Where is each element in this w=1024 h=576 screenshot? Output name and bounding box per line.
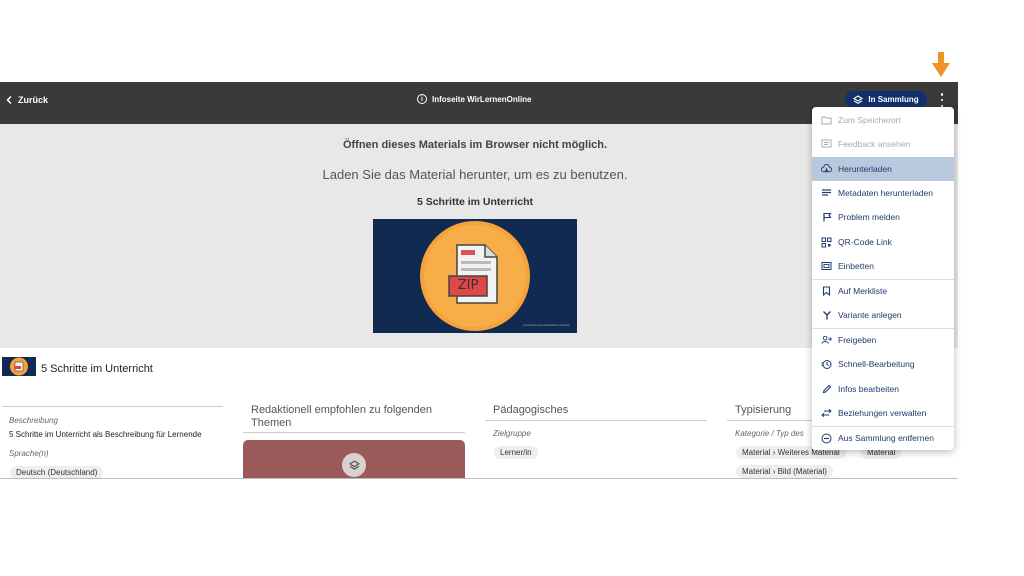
- menu-item-zum-speicherort[interactable]: Zum Speicherort: [812, 108, 954, 132]
- paedagogisches-heading: Pädagogisches: [493, 404, 569, 416]
- menu-item-schnell-bearbeitung[interactable]: Schnell-Bearbeitung: [812, 352, 954, 376]
- info-label: Infoseite WirLernenOnline: [432, 94, 532, 104]
- menu-item-beziehungen-verwalten[interactable]: Beziehungen verwalten: [812, 401, 954, 425]
- menu-item-label: Herunterladen: [838, 164, 892, 174]
- menu-item-aus-sammlung-entfernen[interactable]: Aus Sammlung entfernen: [812, 426, 954, 450]
- chip-part: Material: [742, 448, 771, 457]
- embed-icon: [821, 261, 832, 272]
- info-page-link[interactable]: i Infoseite WirLernenOnline: [417, 94, 532, 104]
- sprache-chip: Deutsch (Deutschland): [10, 466, 104, 478]
- menu-item-label: Auf Merkliste: [838, 286, 888, 296]
- in-collection-label: In Sammlung: [868, 95, 919, 104]
- zip-mini-icon: [10, 357, 28, 376]
- material-mini-thumbnail: [2, 357, 36, 376]
- fork-icon: [821, 310, 832, 321]
- menu-item-qr-code-link[interactable]: QR-Code Link: [812, 230, 954, 254]
- menu-item-label: Zum Speicherort: [838, 115, 901, 125]
- recommended-topic-card[interactable]: [243, 440, 465, 478]
- share-person-icon: [821, 335, 832, 346]
- swap-icon: [821, 408, 832, 419]
- menu-item-freigeben[interactable]: Freigeben: [812, 328, 954, 352]
- arrow-down-indicator-icon: [932, 52, 950, 77]
- pencil-icon: [821, 384, 832, 395]
- divider: [727, 420, 812, 421]
- menu-item-label: Metadaten herunterladen: [838, 188, 933, 198]
- menu-item-variante-anlegen[interactable]: Variante anlegen: [812, 303, 954, 327]
- menu-item-label: Freigeben: [838, 335, 877, 345]
- quick-edit-icon: [821, 359, 832, 370]
- in-collection-button[interactable]: In Sammlung: [845, 91, 927, 108]
- kategorie-chip: Material › Bild (Material): [736, 465, 833, 478]
- menu-item-label: Infos bearbeiten: [838, 384, 899, 394]
- redaktionell-heading: Redaktionell empfohlen zu folgenden Them…: [251, 404, 433, 429]
- divider: [2, 406, 223, 407]
- menu-item-herunterladen[interactable]: Herunterladen: [812, 157, 954, 181]
- beschreibung-label: Beschreibung: [9, 416, 58, 425]
- menu-item-label: Variante anlegen: [838, 310, 902, 320]
- back-label: Zurück: [18, 95, 49, 105]
- list-icon: [821, 188, 832, 199]
- menu-item-label: Aus Sammlung entfernen: [838, 433, 934, 443]
- zielgruppe-chip: Lerner/in: [494, 446, 538, 459]
- menu-item-einbetten[interactable]: Einbetten: [812, 254, 954, 278]
- material-title: 5 Schritte im Unterricht: [41, 363, 153, 375]
- menu-item-infos-bearbeiten[interactable]: Infos bearbeiten: [812, 377, 954, 401]
- cloud-download-icon: [821, 164, 832, 175]
- menu-item-label: Schnell-Bearbeitung: [838, 359, 915, 369]
- zip-label: ZIP: [457, 278, 479, 293]
- divider: [485, 420, 707, 421]
- kategorie-label: Kategorie / Typ des: [735, 429, 804, 438]
- flag-icon: [821, 212, 832, 223]
- chip-separator: ›: [772, 467, 776, 476]
- typisierung-heading: Typisierung: [735, 404, 792, 416]
- thumb-source-text: Quelle/Lizenz/Lernobjekt/WirLernenOnline: [523, 324, 570, 327]
- menu-item-label: Einbetten: [838, 261, 874, 271]
- menu-item-metadaten-herunterladen[interactable]: Metadaten herunterladen: [812, 181, 954, 205]
- more-options-icon[interactable]: [938, 93, 946, 107]
- chip-separator: ›: [772, 448, 776, 457]
- menu-item-problem-melden[interactable]: Problem melden: [812, 205, 954, 229]
- preview-message-subtitle: Laden Sie das Material herunter, um es z…: [322, 167, 628, 182]
- layers-icon: [853, 94, 864, 104]
- sprache-label: Sprache(n): [9, 449, 49, 458]
- feedback-icon: [821, 139, 832, 150]
- beschreibung-value: 5 Schritte im Unterricht als Beschreibun…: [9, 430, 202, 439]
- menu-item-label: Problem melden: [838, 212, 900, 222]
- zip-file-icon: [420, 221, 530, 331]
- info-icon: i: [417, 94, 427, 104]
- preview-message-title: Öffnen dieses Materials im Browser nicht…: [342, 139, 608, 151]
- bookmark-icon: [821, 286, 832, 297]
- menu-item-label: QR-Code Link: [838, 237, 892, 247]
- chip-part: Bild (Material): [777, 467, 827, 476]
- chip-part: Material: [742, 467, 771, 476]
- menu-item-auf-merkliste[interactable]: Auf Merkliste: [812, 279, 954, 303]
- menu-item-label: Beziehungen verwalten: [838, 408, 927, 418]
- collection-layers-icon: [342, 453, 366, 477]
- qr-code-icon: [821, 237, 832, 248]
- menu-item-feedback-ansehen[interactable]: Feedback ansehen: [812, 132, 954, 156]
- preview-material-title: 5 Schritte im Unterricht: [416, 196, 534, 208]
- more-options-menu: Zum Speicherort Feedback ansehen Herunte…: [812, 107, 954, 450]
- divider: [243, 432, 465, 433]
- folder-icon: [821, 115, 832, 126]
- zielgruppe-label: Zielgruppe: [493, 429, 531, 438]
- remove-circle-icon: [821, 433, 832, 444]
- back-button[interactable]: Zurück: [6, 95, 48, 105]
- menu-item-label: Feedback ansehen: [838, 139, 911, 149]
- chevron-left-icon: [6, 96, 12, 104]
- material-thumbnail: ZIP Quelle/Lizenz/Lernobjekt/WirLernenOn…: [373, 219, 577, 333]
